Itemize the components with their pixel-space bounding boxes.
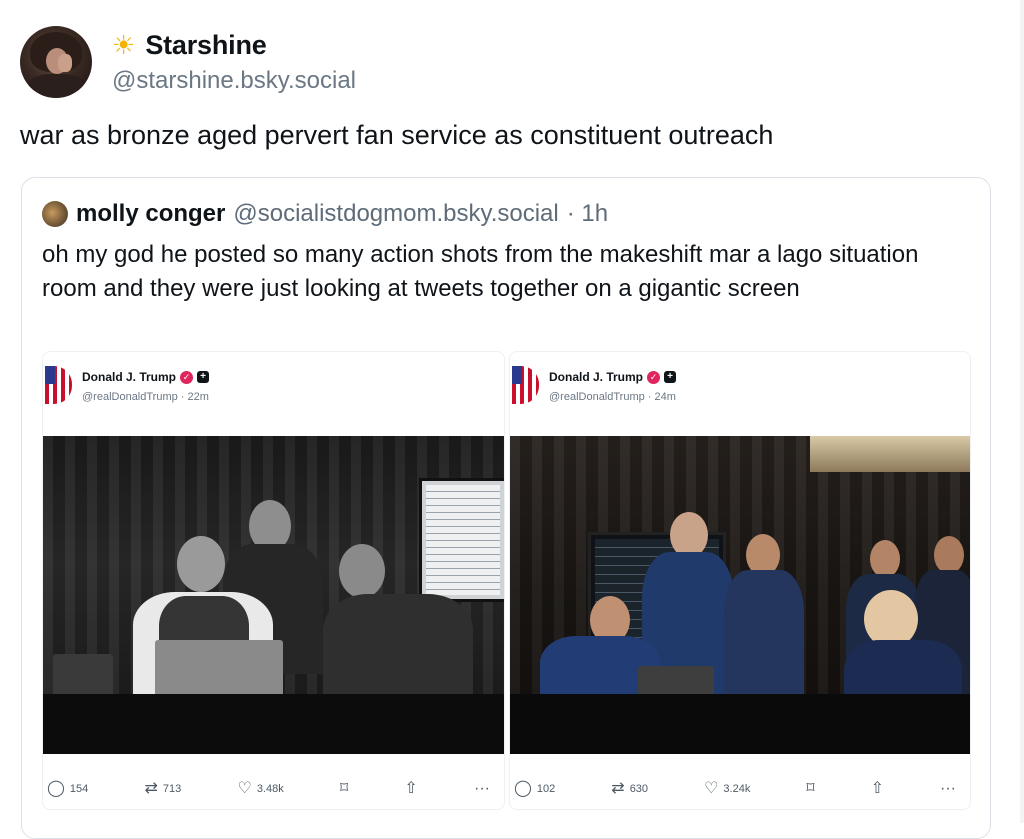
situation-room-photo-color xyxy=(510,436,970,754)
share-icon: ⇧ xyxy=(404,780,418,797)
bookmark-icon: ⌑ xyxy=(806,780,815,797)
scrollbar[interactable] xyxy=(1020,0,1024,823)
share-button[interactable]: ⇧ xyxy=(404,781,417,797)
embed-header: Donald J. Trump ✓ + @realDonaldTrump · 2… xyxy=(510,366,677,404)
quoted-author-name: molly conger xyxy=(76,200,226,227)
reply-button[interactable]: ◯ 102 xyxy=(514,781,555,797)
like-button[interactable]: ♡ 3.24k xyxy=(704,781,750,797)
plus-icon: + xyxy=(664,371,677,383)
embed-actions: ◯ 154 ⇄ 713 ♡ 3.48k ⌑ ⇧ ··· xyxy=(43,781,504,797)
post-text: war as bronze aged pervert fan service a… xyxy=(20,120,774,150)
embed-author-name: Donald J. Trump xyxy=(549,370,644,384)
embed-actions: ◯ 102 ⇄ 630 ♡ 3.24k ⌑ ⇧ ··· xyxy=(510,781,970,797)
bookmark-button[interactable]: ⌑ xyxy=(806,781,814,797)
verified-check-icon: ✓ xyxy=(180,370,194,384)
quoted-post-time: · 1h xyxy=(566,200,609,227)
embedded-image-left[interactable]: Donald J. Trump ✓ + @realDonaldTrump · 2… xyxy=(42,351,505,810)
quoted-post-header: molly conger @socialistdogmom.bsky.socia… xyxy=(42,200,608,228)
speech-bubble-icon: ◯ xyxy=(514,780,532,797)
author-handle[interactable]: @starshine.bsky.social xyxy=(112,67,356,95)
flag-avatar xyxy=(512,366,539,404)
share-button[interactable]: ⇧ xyxy=(871,781,884,797)
author-names: ☀ Starshine @starshine.bsky.social xyxy=(112,30,356,95)
more-button[interactable]: ··· xyxy=(940,781,956,797)
author-display-name[interactable]: Starshine xyxy=(145,30,266,61)
bookmark-icon: ⌑ xyxy=(339,780,349,797)
plus-icon: + xyxy=(197,371,210,383)
quoted-author-avatar xyxy=(42,201,68,227)
heart-icon: ♡ xyxy=(704,780,719,797)
repost-button[interactable]: ⇄ 630 xyxy=(611,781,648,797)
like-button[interactable]: ♡ 3.48k xyxy=(237,781,283,797)
more-button[interactable]: ··· xyxy=(474,781,490,797)
post-header: ☀ Starshine @starshine.bsky.social xyxy=(20,26,356,98)
repost-arrows-icon: ⇄ xyxy=(144,780,158,797)
quoted-author-handle: @socialistdogmom.bsky.social xyxy=(233,200,559,227)
share-icon: ⇧ xyxy=(870,780,884,797)
reply-button[interactable]: ◯ 154 xyxy=(47,781,88,797)
author-avatar[interactable] xyxy=(20,26,92,98)
embed-handle-time: @realDonaldTrump · 24m xyxy=(549,391,676,403)
situation-room-photo-bw xyxy=(43,436,504,754)
bookmark-button[interactable]: ⌑ xyxy=(340,781,348,797)
more-dots-icon: ··· xyxy=(474,780,490,797)
repost-button[interactable]: ⇄ 713 xyxy=(144,781,181,797)
sun-icon: ☀ xyxy=(112,30,136,60)
embed-handle-time: @realDonaldTrump · 22m xyxy=(82,391,209,403)
speech-bubble-icon: ◯ xyxy=(47,780,65,797)
more-dots-icon: ··· xyxy=(940,780,956,797)
verified-check-icon: ✓ xyxy=(647,370,661,384)
flag-avatar xyxy=(45,366,72,404)
embed-header: Donald J. Trump ✓ + @realDonaldTrump · 2… xyxy=(43,366,210,404)
quoted-post[interactable]: molly conger @socialistdogmom.bsky.socia… xyxy=(21,177,991,839)
quoted-post-text: oh my god he posted so many action shots… xyxy=(42,241,919,302)
repost-arrows-icon: ⇄ xyxy=(611,780,625,797)
heart-icon: ♡ xyxy=(237,780,252,797)
embed-author-name: Donald J. Trump xyxy=(82,370,177,384)
embedded-image-right[interactable]: Donald J. Trump ✓ + @realDonaldTrump · 2… xyxy=(509,351,971,810)
